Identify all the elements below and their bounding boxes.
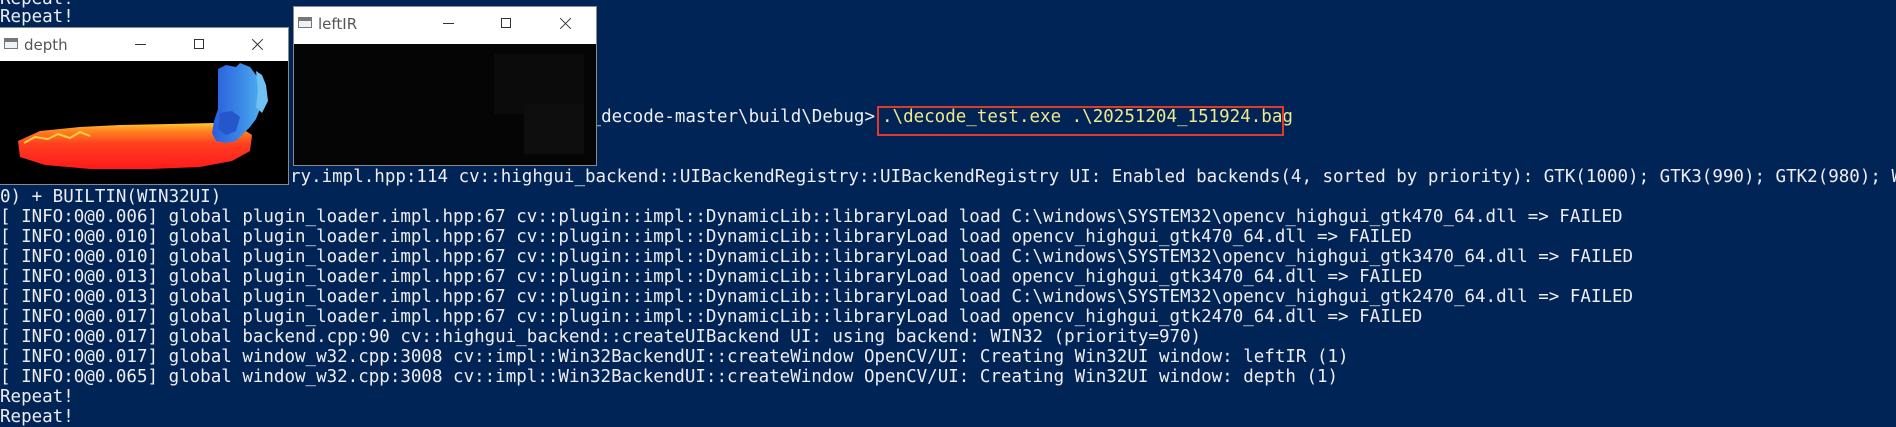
app-icon bbox=[4, 38, 18, 49]
close-icon[interactable] bbox=[234, 28, 280, 61]
console-line: 0) + BUILTIN(WIN32UI) bbox=[0, 187, 222, 207]
console-line: [ INFO:0@0.010] global plugin_loader.imp… bbox=[0, 247, 1634, 267]
console-line: [ INFO:0@0.017] global window_w32.cpp:30… bbox=[0, 347, 1349, 367]
console-line: [ INFO:0@0.017] global backend.cpp:90 cv… bbox=[0, 327, 1202, 347]
depth-map-image bbox=[0, 61, 288, 184]
console-line: Repeat! bbox=[0, 387, 74, 407]
ir-image bbox=[294, 44, 596, 165]
console-line: [ INFO:0@0.065] global window_w32.cpp:30… bbox=[0, 367, 1339, 387]
close-icon[interactable] bbox=[542, 7, 588, 40]
depth-window[interactable]: depth bbox=[0, 28, 288, 184]
maximize-icon[interactable] bbox=[176, 28, 222, 61]
minimize-icon[interactable] bbox=[425, 7, 471, 40]
console-line: [ INFO:0@0.013] global plugin_loader.imp… bbox=[0, 267, 1423, 287]
depth-titlebar[interactable]: depth bbox=[0, 28, 288, 61]
maximize-icon[interactable] bbox=[483, 7, 529, 40]
console-line: Repeat! bbox=[0, 7, 74, 27]
console-line: [ INFO:0@0.006] global plugin_loader.imp… bbox=[0, 207, 1623, 227]
leftIR-titlebar[interactable]: leftIR bbox=[294, 7, 596, 40]
command-highlight-box bbox=[877, 106, 1284, 136]
window-title: depth bbox=[24, 36, 68, 54]
window-title: leftIR bbox=[318, 15, 358, 33]
leftIR-image bbox=[294, 44, 596, 165]
app-icon bbox=[298, 17, 312, 28]
console-line: Repeat! bbox=[0, 407, 74, 427]
console-line: [ INFO:0@0.013] global plugin_loader.imp… bbox=[0, 287, 1634, 307]
leftIR-window[interactable]: leftIR bbox=[294, 7, 596, 165]
depth-image bbox=[0, 61, 288, 184]
minimize-icon[interactable] bbox=[117, 28, 163, 61]
console-line: ry.impl.hpp:114 cv::highgui_backend::UIB… bbox=[290, 167, 1896, 187]
console-line: [ INFO:0@0.010] global plugin_loader.imp… bbox=[0, 227, 1412, 247]
console-line: [ INFO:0@0.017] global plugin_loader.imp… bbox=[0, 307, 1423, 327]
console-prompt: m_decode-master\build\Debug> bbox=[580, 107, 876, 127]
